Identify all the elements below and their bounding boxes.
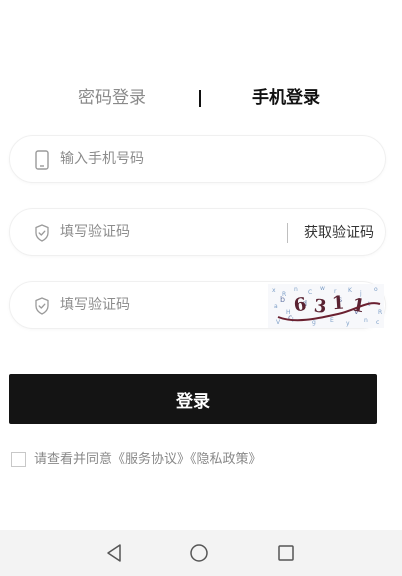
phone-icon — [34, 150, 50, 170]
service-agreement-link[interactable]: 《服务协议》 — [112, 452, 190, 467]
captcha-field: xRn Cwr Kjo aHt RVl gEy nc bdv cs 6 3 1 … — [9, 281, 386, 329]
svg-text:C: C — [308, 289, 312, 296]
back-icon[interactable] — [100, 539, 128, 567]
captcha-image[interactable]: xRn Cw r Kjo aHt RV l gEy nc b dv cs 6 3 1 … — [268, 284, 384, 328]
login-button[interactable]: 登录 — [9, 374, 377, 424]
captcha-char: 1 — [331, 292, 345, 314]
home-icon[interactable] — [185, 539, 213, 567]
tab-divider — [199, 90, 201, 107]
get-code-button[interactable]: 获取验证码 — [304, 221, 374, 245]
tab-password-login[interactable]: 密码登录 — [78, 84, 146, 112]
phone-field — [9, 135, 386, 183]
agreement-text: 请查看并同意《服务协议》《隐私政策》 — [34, 450, 262, 470]
svg-text:o: o — [374, 286, 378, 293]
phone-input[interactable] — [60, 144, 260, 174]
svg-text:E: E — [330, 317, 334, 324]
sms-divider — [287, 223, 288, 243]
login-tabs: 密码登录 手机登录 — [0, 84, 402, 112]
svg-text:R: R — [378, 309, 382, 316]
sms-code-field: 获取验证码 — [9, 208, 386, 256]
system-nav-bar — [0, 530, 402, 576]
svg-text:w: w — [320, 285, 325, 292]
svg-text:n: n — [294, 286, 298, 293]
privacy-policy-link[interactable]: 《隐私政策》 — [190, 452, 262, 467]
agreement-row: 请查看并同意《服务协议》《隐私政策》 — [11, 450, 391, 472]
captcha-char: 3 — [313, 296, 328, 318]
svg-text:g: g — [312, 319, 316, 326]
svg-text:c: c — [376, 319, 379, 326]
shield-icon — [34, 296, 50, 316]
svg-text:b: b — [280, 295, 285, 304]
svg-text:n: n — [364, 317, 368, 324]
svg-text:a: a — [274, 303, 278, 310]
tab-phone-login[interactable]: 手机登录 — [252, 84, 320, 112]
recent-apps-icon[interactable] — [272, 539, 300, 567]
svg-text:x: x — [272, 287, 276, 294]
agreement-checkbox[interactable] — [11, 452, 26, 467]
captcha-input[interactable] — [60, 290, 260, 320]
shield-icon — [34, 223, 50, 243]
sms-code-input[interactable] — [60, 217, 260, 247]
svg-text:y: y — [346, 320, 350, 327]
agreement-prefix: 请查看并同意 — [34, 452, 113, 467]
